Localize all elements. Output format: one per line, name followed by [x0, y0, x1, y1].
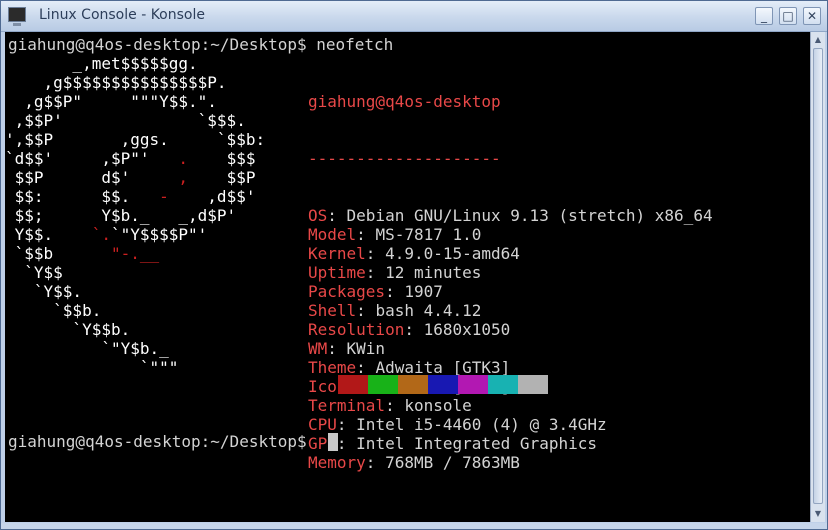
logo-line: ,g$$$$$$$$$$$$$$$P. — [5, 73, 227, 92]
info-row-wm: WM: KWin — [308, 339, 386, 358]
info-separator: -------------------- — [308, 149, 501, 168]
logo-line: Y$$. `.`"Y$$$$P"' — [5, 225, 208, 244]
info-row-kernel: Kernel: 4.9.0-15-amd64 — [308, 244, 520, 263]
konsole-window: Linux Console - Konsole _ □ ✕ giahung@q4… — [0, 0, 828, 530]
info-key: WM — [308, 339, 328, 358]
info-row-shell: Shell: bash 4.4.12 — [308, 301, 482, 320]
info-row-model: Model: MS-7817 1.0 — [308, 225, 482, 244]
info-row-terminal: Terminal: konsole — [308, 396, 472, 415]
terminal-area[interactable]: giahung@q4os-desktop:~/Desktop$ neofetch… — [5, 32, 810, 522]
logo-line: `"Y$b._ — [5, 339, 169, 358]
info-key: Uptime — [308, 263, 366, 282]
logo-line: `""" — [5, 358, 179, 377]
logo-line: `d$$' ,$P"' . $$$ — [5, 149, 256, 168]
palette-swatch — [518, 375, 548, 394]
logo-line: `$$b. — [5, 301, 102, 320]
text-cursor — [328, 433, 338, 451]
info-value: Debian GNU/Linux 9.13 (stretch) x86_64 — [346, 206, 713, 225]
scrollbar-thumb[interactable] — [813, 48, 823, 504]
color-palette — [338, 375, 548, 394]
info-row-uptime: Uptime: 12 minutes — [308, 263, 482, 282]
window-bottom-border — [1, 523, 827, 529]
info-key: Terminal — [308, 396, 386, 415]
minimize-button[interactable]: _ — [755, 7, 773, 25]
logo-line: ,g$$P" """Y$$.". — [5, 92, 217, 111]
logo-line: ',$$P ,ggs. `$$b: — [5, 130, 266, 149]
info-fields: OS: Debian GNU/Linux 9.13 (stretch) x86_… — [308, 206, 713, 472]
user-host: giahung@q4os-desktop — [308, 92, 501, 111]
palette-swatch — [398, 375, 428, 394]
info-value: bash 4.4.12 — [375, 301, 482, 320]
window-title: Linux Console - Konsole — [39, 7, 205, 23]
system-info: giahung@q4os-desktop -------------------… — [308, 54, 713, 510]
shell-prompt: giahung@q4os-desktop:~/Desktop$ — [8, 432, 307, 451]
info-row-gpu: GPU: Intel Integrated Graphics — [308, 434, 597, 453]
palette-swatch — [428, 375, 458, 394]
info-value: 1680x1050 — [423, 320, 511, 339]
palette-swatch — [488, 375, 518, 394]
info-key: OS — [308, 206, 328, 225]
scroll-down-arrow-icon[interactable]: ▼ — [811, 507, 825, 521]
info-key: Resolution — [308, 320, 405, 339]
logo-line: `Y$$b. — [5, 320, 131, 339]
palette-swatch — [368, 375, 398, 394]
info-value: KWin — [346, 339, 386, 358]
info-key: Shell — [308, 301, 357, 320]
logo-line: ,$$P' `$$$. — [5, 111, 246, 130]
palette-swatch — [338, 375, 368, 394]
info-key: CPU — [308, 415, 337, 434]
logo-line: `Y$$. — [5, 282, 83, 301]
close-button[interactable]: ✕ — [803, 7, 821, 25]
debian-logo-ascii: _,met$$$$$gg. ,g$$$$$$$$$$$$$$$P. ,g$$P"… — [5, 54, 265, 377]
info-value: 768MB / 7863MB — [385, 453, 520, 472]
terminal-app-icon[interactable] — [8, 7, 26, 26]
info-row-resolution: Resolution: 1680x1050 — [308, 320, 511, 339]
logo-line: $$; Y$b._ _,d$P' — [5, 206, 237, 225]
info-value: 1907 — [404, 282, 443, 301]
logo-line: $$: $$. - ,d$$' — [5, 187, 256, 206]
logo-line: $$P d$' , $$P — [5, 168, 256, 187]
info-value: 4.9.0-15-amd64 — [385, 244, 520, 263]
command-line: giahung@q4os-desktop:~/Desktop$ neofetch — [8, 35, 394, 54]
logo-line: _,met$$$$$gg. — [5, 54, 198, 73]
logo-line: `Y$$ — [5, 263, 63, 282]
info-value: Intel Integrated Graphics — [356, 434, 597, 453]
logo-line: `$$b "-.__ — [5, 244, 160, 263]
info-row-os: OS: Debian GNU/Linux 9.13 (stretch) x86_… — [308, 206, 713, 225]
info-value: 12 minutes — [385, 263, 482, 282]
info-key: Kernel — [308, 244, 366, 263]
palette-swatch — [458, 375, 488, 394]
maximize-button[interactable]: □ — [779, 7, 797, 25]
scroll-up-arrow-icon[interactable]: ▲ — [811, 33, 825, 47]
info-value: MS-7817 1.0 — [375, 225, 482, 244]
vertical-scrollbar[interactable]: ▲ ▼ — [810, 32, 825, 522]
info-row-cpu: CPU: Intel i5-4460 (4) @ 3.4GHz — [308, 415, 607, 434]
info-row-packages: Packages: 1907 — [308, 282, 443, 301]
info-value: Intel i5-4460 (4) @ 3.4GHz — [356, 415, 607, 434]
info-value: konsole — [404, 396, 472, 415]
info-key: Packages — [308, 282, 386, 301]
info-key: Model — [308, 225, 357, 244]
info-key: Memory — [308, 453, 366, 472]
info-row-memory: Memory: 768MB / 7863MB — [308, 453, 520, 472]
title-bar[interactable]: Linux Console - Konsole _ □ ✕ — [1, 1, 827, 32]
